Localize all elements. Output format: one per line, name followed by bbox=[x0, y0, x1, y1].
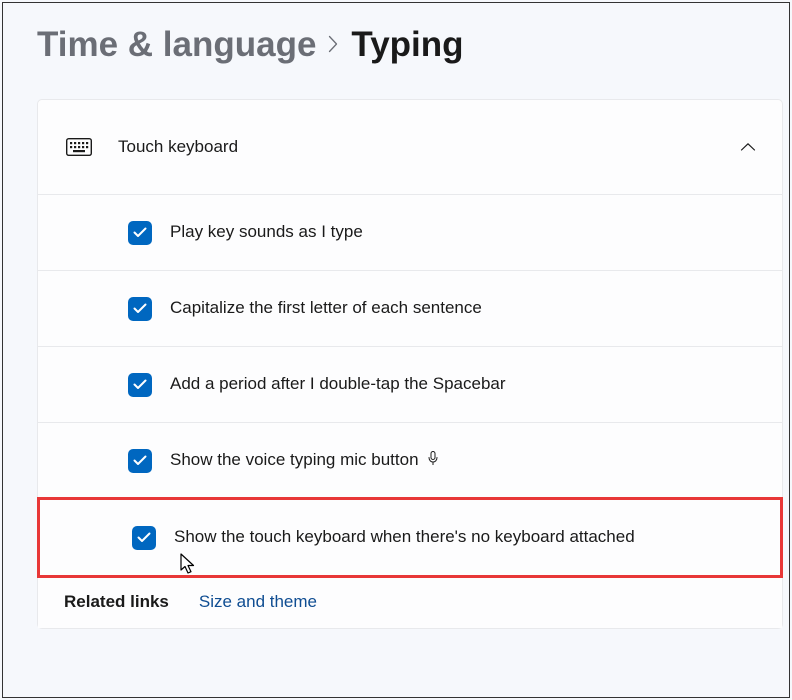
section-header-touch-keyboard[interactable]: Touch keyboard bbox=[38, 100, 782, 194]
chevron-right-icon bbox=[328, 35, 339, 59]
related-links-footer: Related links Size and theme bbox=[38, 578, 782, 628]
checkbox-capitalize-first[interactable] bbox=[128, 297, 152, 321]
option-capitalize-first[interactable]: Capitalize the first letter of each sent… bbox=[38, 271, 782, 346]
option-label: Add a period after I double-tap the Spac… bbox=[170, 372, 506, 397]
checkbox-play-key-sounds[interactable] bbox=[128, 221, 152, 245]
highlighted-option: Show the touch keyboard when there's no … bbox=[37, 497, 783, 578]
option-label: Show the voice typing mic button bbox=[170, 448, 439, 474]
option-play-key-sounds[interactable]: Play key sounds as I type bbox=[38, 195, 782, 270]
breadcrumb-current: Typing bbox=[351, 25, 463, 65]
checkbox-show-touch-keyboard[interactable] bbox=[132, 526, 156, 550]
checkbox-show-mic[interactable] bbox=[128, 449, 152, 473]
microphone-icon bbox=[427, 449, 439, 474]
option-label: Play key sounds as I type bbox=[170, 220, 363, 245]
related-links-label: Related links bbox=[64, 592, 169, 612]
option-add-period[interactable]: Add a period after I double-tap the Spac… bbox=[38, 347, 782, 422]
chevron-up-icon bbox=[740, 142, 756, 152]
settings-window: Time & language Typing bbox=[2, 2, 790, 698]
keyboard-icon bbox=[66, 138, 92, 156]
option-show-mic[interactable]: Show the voice typing mic button bbox=[38, 423, 782, 498]
breadcrumb-parent[interactable]: Time & language bbox=[37, 25, 316, 65]
option-label: Capitalize the first letter of each sent… bbox=[170, 296, 482, 321]
section-title: Touch keyboard bbox=[118, 137, 740, 157]
option-show-touch-keyboard[interactable]: Show the touch keyboard when there's no … bbox=[40, 500, 780, 575]
option-label: Show the touch keyboard when there's no … bbox=[174, 525, 635, 550]
checkbox-add-period[interactable] bbox=[128, 373, 152, 397]
breadcrumb: Time & language Typing bbox=[37, 25, 779, 65]
size-and-theme-link[interactable]: Size and theme bbox=[199, 592, 317, 612]
touch-keyboard-section: Touch keyboard Play key sounds as I type… bbox=[37, 99, 783, 629]
